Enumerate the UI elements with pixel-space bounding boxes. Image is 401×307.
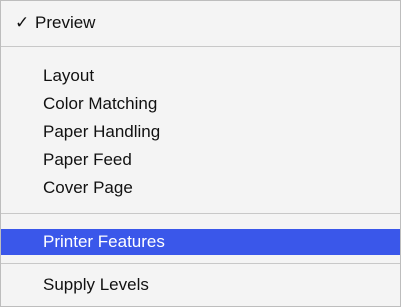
menu-item-paper-feed[interactable]: Paper Feed xyxy=(1,148,400,172)
menu-item-label: Paper Handling xyxy=(43,122,161,141)
print-options-menu: ✓ Preview Layout Color Matching Paper Han… xyxy=(0,0,401,307)
menu-item-color-matching[interactable]: Color Matching xyxy=(1,92,400,116)
menu-item-paper-handling[interactable]: Paper Handling xyxy=(1,120,400,144)
menu-item-preview[interactable]: ✓ Preview xyxy=(1,11,400,35)
menu-item-label: Printer Features xyxy=(43,232,165,251)
menu-item-label: Preview xyxy=(35,13,96,32)
menu-item-label: Layout xyxy=(43,66,95,85)
menu-separator xyxy=(1,213,400,214)
menu-item-cover-page[interactable]: Cover Page xyxy=(1,176,400,200)
menu-item-printer-features[interactable]: Printer Features xyxy=(1,229,400,255)
menu-item-label: Paper Feed xyxy=(43,150,132,169)
menu-item-label: Color Matching xyxy=(43,94,158,113)
menu-item-supply-levels[interactable]: Supply Levels xyxy=(1,273,400,297)
menu-item-label: Supply Levels xyxy=(43,275,149,294)
menu-item-layout[interactable]: Layout xyxy=(1,64,400,88)
menu-separator xyxy=(1,46,400,47)
checkmark-icon: ✓ xyxy=(15,13,30,32)
menu-item-label: Cover Page xyxy=(43,178,133,197)
menu-separator xyxy=(1,263,400,264)
